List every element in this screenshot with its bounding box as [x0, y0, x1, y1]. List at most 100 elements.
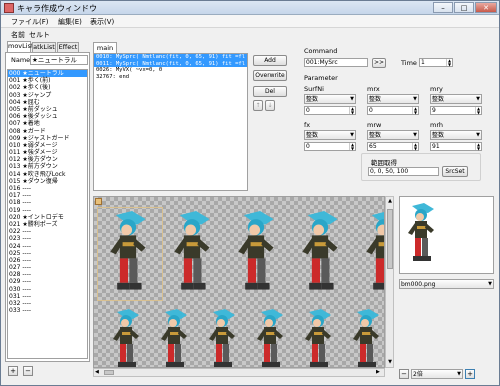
motion-list-item[interactable]: 016 ---- — [8, 185, 87, 192]
parameter-type-select[interactable]: 整数 ▼ — [367, 94, 419, 104]
scroll-right-icon[interactable]: ▶ — [376, 369, 383, 376]
sprite-frame[interactable] — [298, 309, 338, 367]
menu-file[interactable]: ファイル(F) — [11, 17, 49, 27]
motion-list-item[interactable]: 023 ---- — [8, 235, 87, 242]
maximize-button[interactable]: □ — [454, 2, 474, 13]
sprite-frame[interactable] — [102, 211, 154, 295]
motion-list-item[interactable]: 015 ★ダウン復帰 — [8, 178, 87, 185]
motion-list-item[interactable]: 010 ★弱ダメージ — [8, 142, 87, 149]
motion-list-item[interactable]: 013 ★前方ダウン — [8, 163, 87, 170]
zoom-select[interactable]: 2倍 ▼ — [411, 369, 463, 379]
sprite-horizontal-scrollbar[interactable]: ◀ ▶ — [93, 368, 385, 377]
parameter-type-select[interactable]: 整数 ▼ — [430, 130, 482, 140]
menu-set[interactable]: セルト — [29, 30, 50, 40]
stepper-arrows-icon[interactable]: ▲ ▼ — [475, 107, 481, 114]
tab-movlist[interactable]: movList — [7, 41, 34, 52]
motion-list-item[interactable]: 025 ---- — [8, 250, 87, 257]
motion-list-item[interactable]: 027 ---- — [8, 264, 87, 271]
motion-list-item[interactable]: 028 ---- — [8, 271, 87, 278]
motion-list-item[interactable]: 020 ★イントロデモ — [8, 214, 87, 221]
command-list[interactable]: 0010: MySprc( Nmtlanc(fit, 0, 65, 91) fi… — [93, 53, 248, 191]
scroll-left-icon[interactable]: ◀ — [95, 369, 102, 376]
stepper-arrows-icon[interactable]: ▲ ▼ — [349, 143, 355, 150]
add-motion-button[interactable]: + — [8, 366, 18, 376]
srcset-button[interactable]: SrcSet — [442, 166, 468, 177]
stepper-arrows-icon[interactable]: ▲ ▼ — [349, 107, 355, 114]
delete-button[interactable]: Del — [253, 86, 287, 97]
move-up-button[interactable]: ↑ — [253, 100, 263, 111]
tab-main[interactable]: main — [93, 42, 117, 53]
motion-list-item[interactable]: 002 ★歩く(後) — [8, 84, 87, 91]
parameter-type-select[interactable]: 整数 ▼ — [367, 130, 419, 140]
motion-list-item[interactable]: 018 ---- — [8, 199, 87, 206]
stepper-arrows-icon[interactable]: ▲ ▼ — [475, 143, 481, 150]
parameter-type-select[interactable]: 整数 ▼ — [304, 94, 356, 104]
motion-list-item[interactable]: 008 ★ガード — [8, 128, 87, 135]
sprite-frame[interactable] — [250, 309, 290, 367]
zoom-in-button[interactable]: + — [465, 369, 475, 379]
sprite-frame[interactable] — [106, 309, 146, 367]
parameter-value-stepper[interactable]: 0 ▲ ▼ — [304, 142, 356, 151]
overwrite-button[interactable]: Overwrite — [253, 70, 287, 81]
motion-list-item[interactable]: 019 ---- — [8, 207, 87, 214]
tab-atklist[interactable]: atkList — [32, 42, 56, 52]
motion-list-item[interactable]: 014 ★吹き飛びLock — [8, 171, 87, 178]
hscroll-thumb[interactable] — [104, 370, 114, 375]
parameter-value-stepper[interactable]: 9 ▲ ▼ — [430, 106, 482, 115]
motion-list-item[interactable]: 004 ★屈む — [8, 99, 87, 106]
minimize-button[interactable]: – — [433, 2, 453, 13]
stepper-arrows-icon[interactable]: ▲ ▼ — [412, 143, 418, 150]
sprite-frame[interactable] — [202, 309, 242, 367]
stepper-arrows-icon[interactable]: ▲ ▼ — [412, 107, 418, 114]
motion-list-item[interactable]: 029 ---- — [8, 278, 87, 285]
source-rect-field[interactable]: 0, 0, 50, 100 — [368, 167, 439, 176]
sprite-sheet-view[interactable] — [93, 196, 385, 368]
sprite-frame[interactable] — [346, 309, 384, 367]
time-stepper[interactable]: 1 ▲ ▼ — [419, 58, 453, 67]
tab-effect[interactable]: Effect — [57, 42, 79, 52]
command-list-item[interactable]: 0010: MySprc( Nmtlanc(fit, 0, 65, 91) fi… — [94, 54, 247, 61]
scroll-down-icon[interactable]: ▼ — [387, 359, 393, 366]
close-button[interactable]: ✕ — [475, 2, 497, 13]
sprite-frame[interactable] — [294, 211, 346, 295]
motion-list-item[interactable]: 026 ---- — [8, 257, 87, 264]
move-down-button[interactable]: ↓ — [265, 100, 275, 111]
add-button[interactable]: Add — [253, 55, 287, 66]
name-field[interactable]: ★ニュートラル — [30, 55, 88, 65]
command-field[interactable]: 001:MySrc — [304, 58, 368, 67]
image-file-select[interactable]: bm000.png ▼ — [399, 279, 494, 289]
menu-view[interactable]: 表示(V) — [90, 17, 114, 27]
sprite-frame[interactable] — [154, 309, 194, 367]
motion-list-item[interactable]: 031 ---- — [8, 293, 87, 300]
command-go-button[interactable]: >> — [372, 58, 386, 68]
motion-list[interactable]: 000 ★ニュートラル 001 ★歩く(前) 002 ★歩く(後) 003 ★ジャンプ… — [7, 69, 88, 359]
parameter-type-select[interactable]: 整数 ▼ — [430, 94, 482, 104]
motion-list-item[interactable]: 009 ★ジャストガード — [8, 135, 87, 142]
menu-edit[interactable]: 編集(E) — [58, 17, 82, 27]
sprite-frame[interactable] — [166, 211, 218, 295]
stepper-arrows-icon[interactable]: ▲ ▼ — [446, 59, 452, 66]
motion-list-item[interactable]: 024 ---- — [8, 243, 87, 250]
motion-list-item[interactable]: 022 ---- — [8, 228, 87, 235]
parameter-value-stepper[interactable]: 91 ▲ ▼ — [430, 142, 482, 151]
menu-name[interactable]: 名前 — [11, 30, 25, 40]
motion-list-item[interactable]: 017 ---- — [8, 192, 87, 199]
parameter-value-stepper[interactable]: 0 ▲ ▼ — [367, 106, 419, 115]
motion-list-item[interactable]: 032 ---- — [8, 300, 87, 307]
motion-list-item[interactable]: 033 ---- — [8, 307, 87, 314]
scroll-thumb[interactable] — [387, 209, 393, 269]
parameter-value-stepper[interactable]: 65 ▲ ▼ — [367, 142, 419, 151]
scroll-up-icon[interactable]: ▲ — [387, 198, 393, 205]
sprite-vertical-scrollbar[interactable]: ▲ ▼ — [385, 196, 394, 368]
motion-list-item[interactable]: 021 ★勝利ポーズ — [8, 221, 87, 228]
sprite-frame[interactable] — [230, 211, 282, 295]
parameter-type-select[interactable]: 整数 ▼ — [304, 130, 356, 140]
zoom-out-button[interactable]: − — [399, 369, 409, 379]
parameter-value-stepper[interactable]: 0 ▲ ▼ — [304, 106, 356, 115]
sprite-frame[interactable] — [358, 211, 384, 295]
motion-list-item[interactable]: 030 ---- — [8, 286, 87, 293]
motion-list-item[interactable]: 003 ★ジャンプ — [8, 92, 87, 99]
command-list-item[interactable]: 32767: end — [94, 74, 247, 81]
remove-motion-button[interactable]: − — [23, 366, 33, 376]
motion-list-item[interactable]: 007 ★着地 — [8, 120, 87, 127]
